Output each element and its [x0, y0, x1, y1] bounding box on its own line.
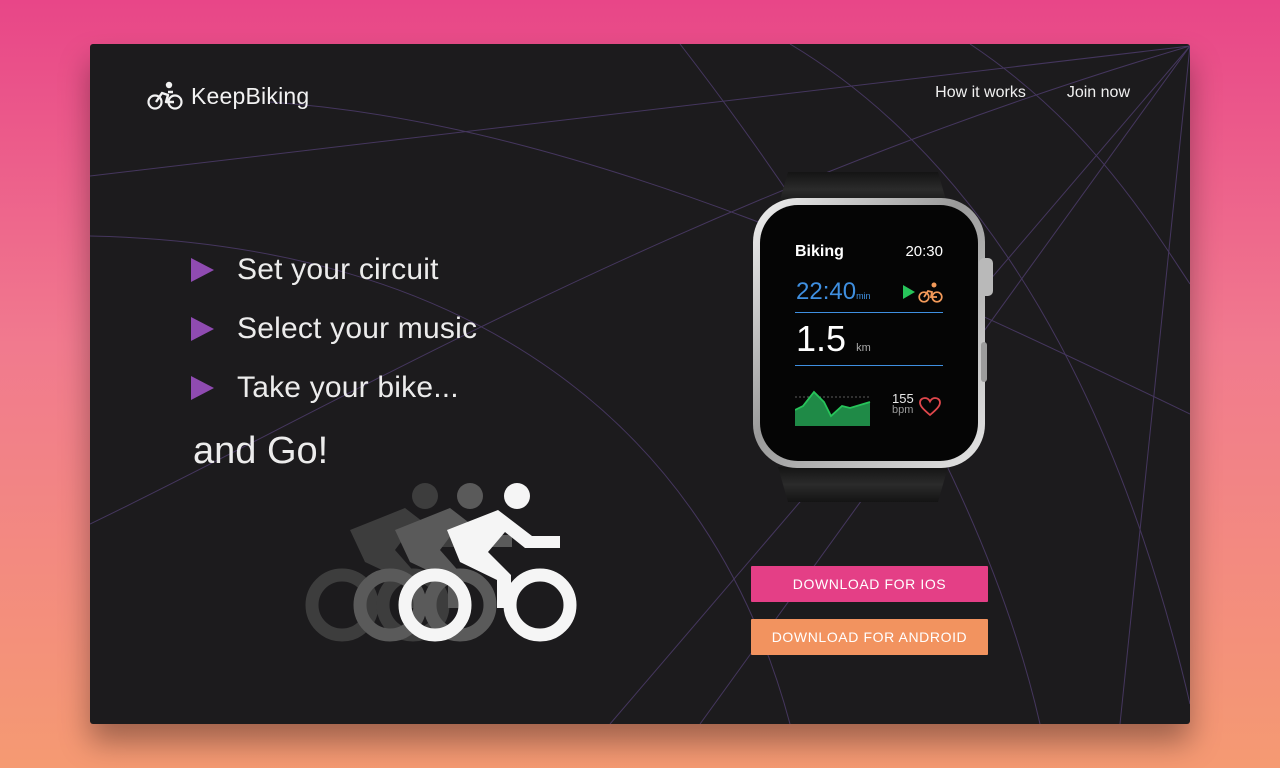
watch-clock: 20:30 — [905, 243, 943, 260]
step-item: Set your circuit — [191, 240, 477, 299]
brand-name: KeepBiking — [191, 82, 310, 109]
step-item: Select your music — [191, 299, 477, 358]
step-item: Take your bike... — [191, 358, 477, 417]
watch-duration: 22:40min — [796, 278, 871, 306]
nav-join-now[interactable]: Join now — [1067, 84, 1130, 102]
heart-rate-unit: bpm — [892, 404, 914, 416]
heart-icon — [919, 397, 941, 417]
duration-unit: min — [856, 291, 871, 301]
steps-list: Set your circuit Select your music Take … — [191, 240, 477, 417]
watch-title: Biking — [795, 243, 844, 260]
step-label: Take your bike... — [237, 370, 459, 404]
watch-screen: Biking 20:30 22:40min 1.5 km 155 bpm — [795, 238, 943, 426]
top-nav: How it works Join now — [935, 84, 1130, 102]
tagline: and Go! — [193, 430, 329, 472]
landing-panel: KeepBiking How it works Join now Set you… — [90, 44, 1190, 724]
play-triangle-icon — [191, 257, 214, 282]
step-label: Set your circuit — [237, 252, 439, 286]
brand-logo[interactable]: KeepBiking — [147, 80, 309, 112]
play-triangle-icon — [191, 375, 214, 400]
cyclists-illustration — [305, 483, 577, 642]
distance-unit: km — [856, 342, 871, 354]
bike-icon — [147, 81, 183, 110]
duration-value: 22:40 — [796, 278, 857, 305]
play-triangle-icon — [191, 316, 214, 341]
bike-status-icon — [918, 282, 943, 303]
step-label: Select your music — [237, 311, 478, 345]
distance-value: 1.5 — [796, 318, 847, 359]
download-android-button[interactable]: DOWNLOAD FOR ANDROID — [751, 619, 988, 655]
watch-divider — [795, 312, 943, 313]
heart-rate-graph — [795, 390, 871, 426]
watch-divider — [795, 365, 943, 366]
watch-distance: 1.5 km — [796, 318, 871, 360]
play-icon[interactable] — [902, 285, 915, 299]
nav-how-it-works[interactable]: How it works — [935, 84, 1026, 102]
download-ios-button[interactable]: DOWNLOAD FOR IOS — [751, 566, 988, 602]
